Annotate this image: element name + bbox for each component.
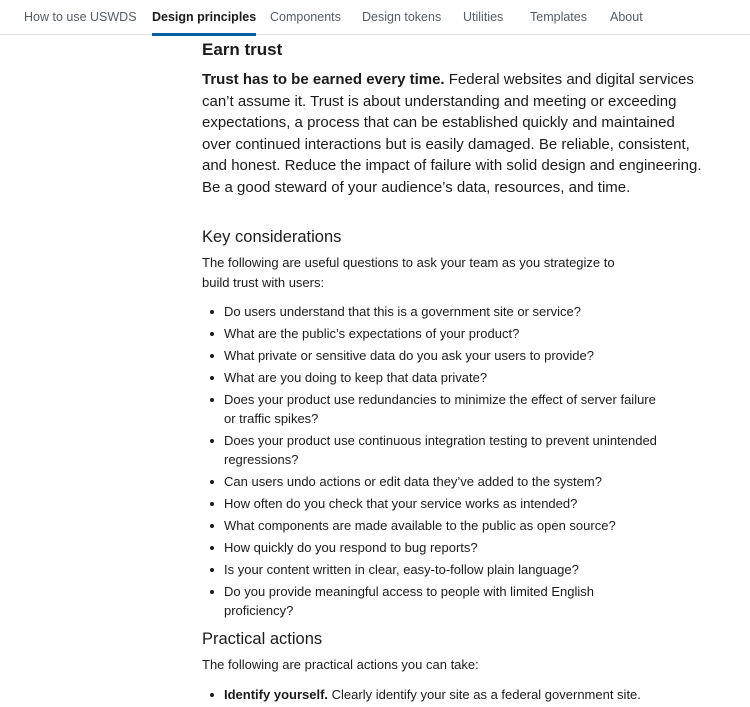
nav-item-components[interactable]: Components <box>270 0 341 35</box>
list-item: Do you provide meaningful access to peop… <box>210 582 664 621</box>
list-item: What are you doing to keep that data pri… <box>210 368 664 388</box>
list-item: What are the public’s expectations of yo… <box>210 324 664 344</box>
lead-bold: Trust has to be earned every time. <box>202 71 445 88</box>
action-text: Clearly identify your site as a federal … <box>328 687 641 702</box>
lead-text: Federal websites and digital services ca… <box>202 71 702 196</box>
nav-item-templates[interactable]: Templates <box>530 0 587 35</box>
list-item: Is your content written in clear, easy-t… <box>210 560 664 580</box>
list-item: Does your product use continuous integra… <box>210 431 664 470</box>
key-considerations-list: Do users understand that this is a gover… <box>202 302 664 623</box>
nav-item-design-principles[interactable]: Design principles <box>152 0 257 36</box>
nav-item-about[interactable]: About <box>610 0 643 35</box>
key-considerations-intro: The following are useful questions to as… <box>202 255 615 290</box>
list-item: What private or sensitive data do you as… <box>210 346 664 366</box>
practical-actions-list: Identify yourself. Clearly identify your… <box>202 685 664 707</box>
primary-nav: How to use USWDS Design principles Compo… <box>0 0 750 36</box>
list-item: Does your product use redundancies to mi… <box>210 390 664 429</box>
list-item: How quickly do you respond to bug report… <box>210 538 664 558</box>
section-title: Earn trust <box>202 40 283 59</box>
list-item: What components are made available to th… <box>210 516 664 536</box>
list-item: Identify yourself. Clearly identify your… <box>210 685 664 705</box>
nav-item-how-to-use-uswds[interactable]: How to use USWDS <box>24 0 137 35</box>
nav-item-utilities[interactable]: Utilities <box>463 0 503 35</box>
practical-actions-heading: Practical actions <box>202 630 323 648</box>
practical-actions-intro: The following are practical actions you … <box>202 657 479 672</box>
key-considerations-heading: Key considerations <box>202 228 342 246</box>
section-lead: Trust has to be earned every time. Feder… <box>202 69 707 198</box>
list-item: Do users understand that this is a gover… <box>210 302 664 322</box>
list-item: Can users undo actions or edit data they… <box>210 472 664 492</box>
nav-item-design-tokens[interactable]: Design tokens <box>362 0 441 35</box>
list-item: How often do you check that your service… <box>210 494 664 514</box>
action-bold: Identify yourself. <box>224 687 329 702</box>
